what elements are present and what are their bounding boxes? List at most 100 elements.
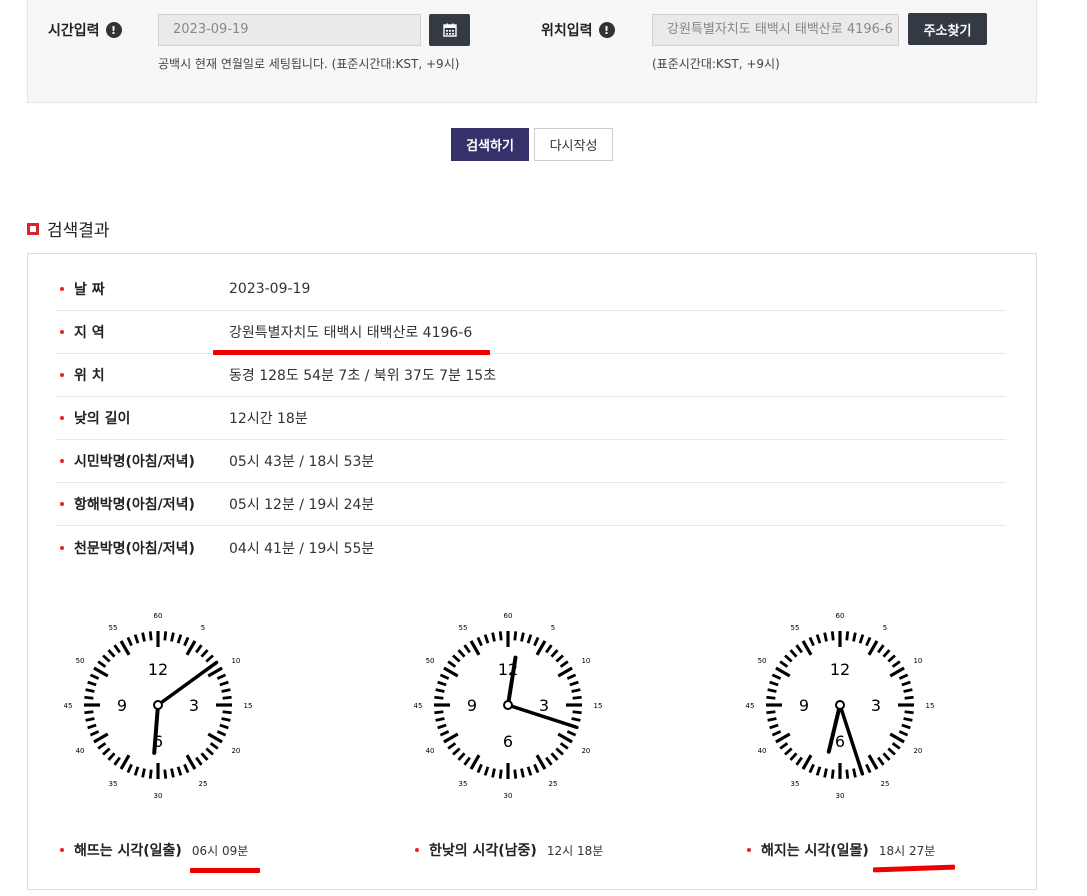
clock-tick	[439, 673, 450, 680]
clock-hour-label: 9	[799, 696, 809, 715]
clock-tick	[852, 632, 857, 642]
bullet-icon	[60, 502, 64, 506]
calendar-button[interactable]	[429, 14, 470, 46]
clock-minute-label: 40	[758, 747, 767, 755]
clock-tick	[571, 717, 581, 722]
clock-tick	[113, 756, 121, 766]
clock-tick	[867, 640, 879, 656]
clock-tick	[767, 688, 777, 693]
clock-tick	[119, 754, 131, 770]
clock-tick	[89, 673, 100, 680]
clock-tick	[513, 631, 518, 641]
clock-tick	[491, 768, 496, 778]
clock-center-pin	[503, 700, 513, 710]
clock-tick	[533, 763, 540, 774]
clock-tick	[795, 644, 803, 654]
location-input-label: 위치입력 !	[541, 20, 615, 40]
clock-tick	[572, 695, 582, 700]
clock-tick	[457, 649, 466, 658]
time-hint: 공백시 현재 연월일로 세팅됩니다. (표준시간대:KST, +9시)	[158, 57, 460, 71]
clock-tick	[170, 632, 175, 642]
info-icon[interactable]: !	[598, 22, 615, 38]
clock-tick	[452, 654, 461, 663]
clock-tick	[771, 673, 782, 680]
clock-tick	[823, 632, 828, 642]
clock-tick	[148, 769, 153, 779]
clock-minute-label: 45	[64, 702, 73, 710]
clock-minute-label: 35	[459, 780, 468, 788]
clock-tick	[483, 766, 490, 776]
clock-tick	[483, 634, 490, 644]
search-button[interactable]: 검색하기	[451, 128, 529, 161]
clock-tick	[555, 747, 564, 756]
clock-tick	[865, 763, 872, 774]
clock-tick	[559, 660, 569, 668]
result-row-position: 위 치 동경 128도 54분 7초 / 북위 37도 7분 15초	[56, 354, 1006, 397]
clock-tick	[801, 640, 813, 656]
clock-tick	[498, 631, 503, 641]
clock-tick	[216, 673, 227, 680]
location-input[interactable]: 강원특별자치도 태백시 태백산로 4196-6	[652, 14, 899, 46]
clock-minute-label: 5	[883, 624, 887, 632]
clock-minute-label: 60	[504, 612, 513, 620]
clock-tick	[84, 710, 94, 715]
transit-clock: 6051015202530354045505512369	[414, 612, 603, 800]
result-row-astronomical-twilight: 천문박명(아침/저녁) 04시 41분 / 19시 55분	[56, 526, 1006, 569]
clock-tick	[801, 754, 813, 770]
clock-minute-label: 25	[881, 780, 890, 788]
clock-tick	[535, 754, 547, 770]
clock-tick	[566, 673, 577, 680]
clock-tick	[498, 769, 503, 779]
clock-minute-label: 15	[594, 702, 603, 710]
clock-tick	[222, 695, 232, 700]
bullet-icon	[60, 848, 64, 852]
clock-tick	[205, 654, 214, 663]
clock-tick	[557, 732, 573, 744]
bullet-icon	[60, 287, 64, 291]
clock-minute-label: 55	[459, 624, 468, 632]
clock-hour-label: 3	[189, 696, 199, 715]
clock-tick	[882, 752, 891, 761]
date-input[interactable]: 2023-09-19	[158, 14, 421, 46]
clock-tick	[779, 742, 789, 750]
clock-tick	[858, 634, 865, 644]
clock-tick	[469, 754, 481, 770]
clock-minute-label: 40	[426, 747, 435, 755]
result-row-civil-twilight: 시민박명(아침/저녁) 05시 43분 / 18시 53분	[56, 440, 1006, 483]
clock-tick	[901, 723, 911, 730]
clock-tick	[87, 723, 97, 730]
clock-minute-label: 20	[913, 747, 922, 755]
bullet-icon	[60, 330, 64, 334]
clock-tick	[207, 732, 223, 744]
info-icon[interactable]: !	[105, 22, 122, 38]
clock-minute-label: 25	[199, 780, 208, 788]
reset-button[interactable]: 다시작성	[534, 128, 613, 161]
clock-center-pin	[153, 700, 163, 710]
clock-hour-label: 12	[830, 660, 850, 679]
clock-tick	[439, 730, 450, 737]
clock-tick	[435, 717, 445, 722]
clock-minute-label: 30	[504, 792, 513, 800]
transit-caption: 한낮의 시각(남중) 12시 18분	[411, 840, 603, 860]
clock-tick	[102, 654, 111, 663]
clock-tick	[84, 695, 94, 700]
clock-tick	[195, 644, 203, 654]
clock-minute-label: 20	[581, 747, 590, 755]
clock-tick	[779, 660, 789, 668]
clock-tick	[85, 688, 95, 693]
bullet-icon	[747, 848, 751, 852]
clock-tick	[219, 723, 229, 730]
clock-tick	[200, 752, 209, 761]
location-hint: (표준시간대:KST, +9시)	[652, 57, 780, 71]
clock-tick	[163, 769, 168, 779]
clock-minute-label: 10	[581, 657, 590, 665]
address-search-button[interactable]: 주소찾기	[908, 13, 987, 45]
region-underline	[213, 350, 490, 355]
clock-tick	[903, 717, 913, 722]
clock-tick	[845, 769, 850, 779]
clock-tick	[219, 680, 229, 687]
time-input-label: 시간입력 !	[48, 20, 122, 40]
clock-tick	[901, 680, 911, 687]
clock-minute-label: 45	[746, 702, 755, 710]
clock-tick	[148, 631, 153, 641]
